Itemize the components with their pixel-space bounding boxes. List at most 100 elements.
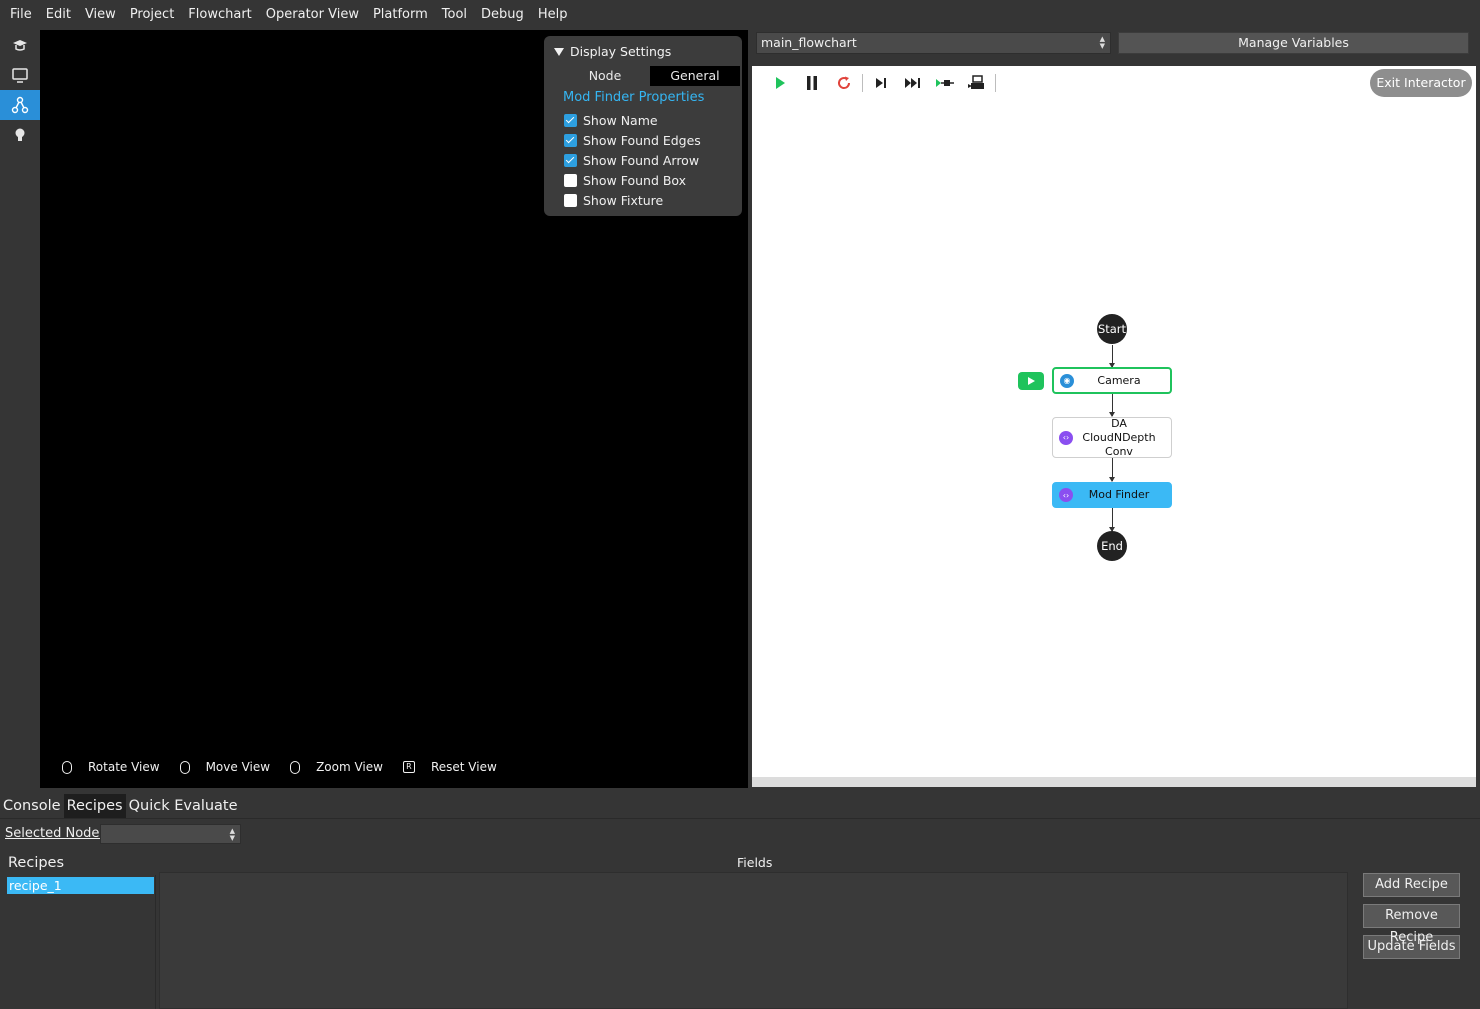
menu-bar: File Edit View Project Flowchart Operato… [0, 0, 1480, 30]
menu-platform[interactable]: Platform [366, 5, 435, 25]
left-icon-bar [0, 30, 40, 788]
checkbox[interactable] [564, 133, 577, 147]
restart-button[interactable] [828, 74, 860, 92]
checkbox[interactable] [564, 113, 577, 127]
selected-node-label: Selected Node: [5, 826, 104, 841]
flowchart-toolbar [764, 74, 998, 92]
restart-icon [838, 76, 851, 89]
flowchart-canvas[interactable]: Exit Interactor Start ◉ Camera ‹› DA Clo… [752, 66, 1476, 787]
option-label: Show Fixture [583, 192, 664, 208]
script-icon: ‹› [1059, 430, 1073, 445]
monitor-icon [12, 68, 28, 83]
mouse-wheel-icon [290, 760, 301, 774]
divider [0, 818, 1480, 819]
pause-button[interactable] [796, 74, 828, 92]
hint-reset: Reset View [430, 760, 497, 774]
script-icon: ‹› [1059, 488, 1073, 502]
option-show-name[interactable]: Show Name [564, 110, 701, 130]
option-show-fixture[interactable]: Show Fixture [564, 190, 701, 210]
checkbox[interactable] [564, 153, 577, 167]
mouse-left-icon [62, 760, 72, 774]
horizontal-scrollbar[interactable] [752, 777, 1476, 787]
lightbulb-icon [15, 128, 25, 141]
mouse-right-icon [179, 760, 190, 774]
checkbox[interactable] [564, 193, 577, 207]
fields-area[interactable] [159, 872, 1348, 1009]
section-title: Mod Finder Properties [563, 90, 705, 105]
menu-tool[interactable]: Tool [435, 5, 474, 25]
updown-arrows-icon: ▲ ▼ [229, 827, 235, 842]
menu-view[interactable]: View [78, 5, 123, 25]
toolbar-separator [995, 74, 996, 92]
manage-variables-button[interactable]: Manage Variables [1118, 32, 1469, 54]
node-mod-finder[interactable]: ‹› Mod Finder [1052, 482, 1172, 508]
hint-move: Move View [205, 760, 271, 774]
option-label: Show Found Edges [583, 132, 701, 148]
tab-recipes[interactable]: Recipes [63, 794, 126, 818]
graduation-cap-icon [13, 40, 27, 51]
flowchart-select-value: main_flowchart [761, 35, 857, 50]
tab-quick-evaluate[interactable]: Quick Evaluate [126, 794, 241, 818]
flowchart-select[interactable]: main_flowchart ▲ ▼ [756, 32, 1111, 54]
tab-node[interactable]: Node [560, 66, 650, 86]
option-show-found-edges[interactable]: Show Found Edges [564, 130, 701, 150]
run-button[interactable] [764, 74, 796, 92]
option-label: Show Found Arrow [583, 152, 700, 168]
menu-debug[interactable]: Debug [474, 5, 531, 25]
sidebar-item-training[interactable] [0, 30, 40, 60]
node-label: Mod Finder [1088, 488, 1150, 501]
flowchart-icon [11, 96, 29, 114]
step-button[interactable] [865, 74, 897, 92]
menu-flowchart[interactable]: Flowchart [181, 5, 258, 25]
tab-general[interactable]: General [650, 66, 740, 86]
tab-console[interactable]: Console [0, 794, 64, 818]
connector [1109, 458, 1115, 482]
selected-node-select[interactable]: ▲ ▼ [100, 824, 241, 844]
fast-forward-icon [905, 78, 920, 88]
list-item[interactable]: recipe_1 [7, 877, 154, 894]
node-camera[interactable]: ◉ Camera [1052, 367, 1172, 394]
connector [1109, 345, 1115, 368]
node-da-cloudndepth-conv[interactable]: ‹› DA CloudNDepth Conv [1052, 417, 1172, 458]
run-to-node-button[interactable] [929, 74, 961, 92]
checkbox[interactable] [564, 173, 577, 187]
current-node-marker [1018, 372, 1044, 390]
fast-forward-button[interactable] [897, 74, 929, 92]
key-r-icon: R [402, 761, 415, 773]
menu-operator-view[interactable]: Operator View [259, 5, 366, 25]
menu-project[interactable]: Project [123, 5, 181, 25]
menu-help[interactable]: Help [531, 5, 575, 25]
hint-zoom: Zoom View [316, 760, 383, 774]
option-show-found-arrow[interactable]: Show Found Arrow [564, 150, 701, 170]
play-icon [776, 77, 785, 89]
bottom-tab-bar: Console Recipes Quick Evaluate [0, 794, 241, 818]
menu-edit[interactable]: Edit [39, 5, 78, 25]
add-recipe-button[interactable]: Add Recipe [1363, 873, 1460, 897]
recipe-list[interactable]: recipe_1 [5, 875, 156, 1009]
view-hints: Rotate View Move View Zoom View R Reset V… [62, 760, 517, 774]
camera-trigger-button[interactable] [961, 74, 993, 92]
play-icon [1028, 377, 1035, 385]
node-start[interactable]: Start [1097, 314, 1127, 344]
update-fields-button[interactable]: Update Fields [1363, 935, 1460, 959]
camera-trigger-icon [968, 75, 984, 89]
option-label: Show Found Box [583, 172, 687, 188]
exit-interactor-button[interactable]: Exit Interactor [1370, 69, 1472, 97]
run-to-node-icon [936, 79, 954, 87]
sidebar-item-tips[interactable] [0, 120, 40, 150]
node-end[interactable]: End [1097, 531, 1127, 561]
hint-rotate: Rotate View [88, 760, 160, 774]
display-settings-header[interactable]: Display Settings [554, 44, 671, 59]
step-icon [876, 78, 886, 88]
node-label: DA CloudNDepth Conv [1082, 416, 1156, 458]
display-options-list: Show Name Show Found Edges Show Found Ar… [564, 110, 701, 210]
sidebar-item-flowchart[interactable] [0, 90, 40, 120]
recipe-actions: Add Recipe Remove Recipe Update Fields [1363, 873, 1461, 966]
option-label: Show Name [583, 112, 658, 128]
remove-recipe-button[interactable]: Remove Recipe [1363, 904, 1460, 945]
toolbar-separator [862, 74, 863, 92]
sidebar-item-display[interactable] [0, 60, 40, 90]
option-show-found-box[interactable]: Show Found Box [564, 170, 701, 190]
3d-viewport[interactable]: Display Settings Node General Mod Finder… [40, 30, 748, 788]
menu-file[interactable]: File [0, 5, 39, 25]
